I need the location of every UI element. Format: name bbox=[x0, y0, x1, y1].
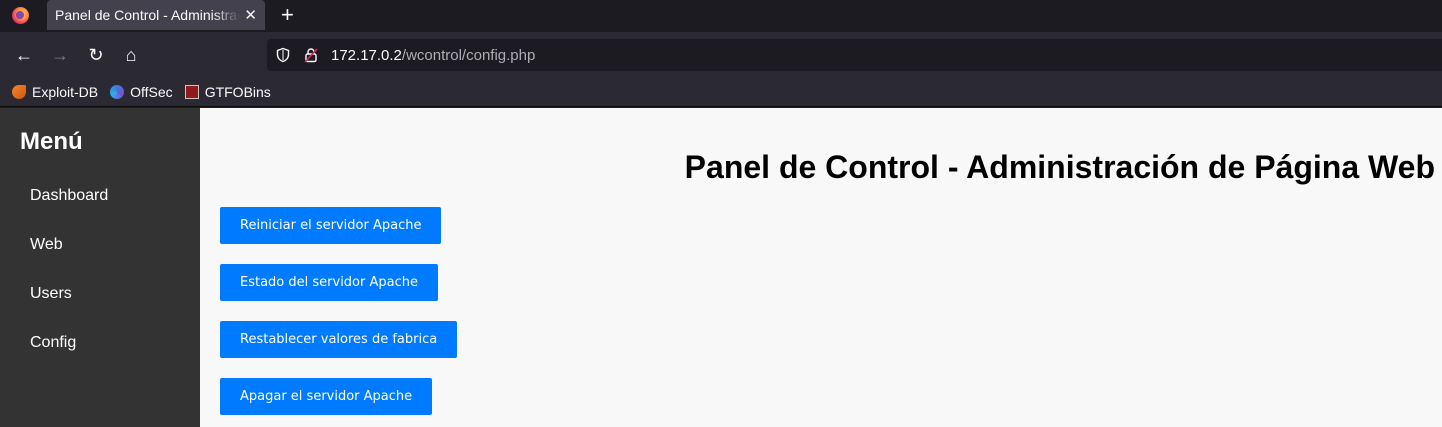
factory-reset-button[interactable]: Restablecer valores de fabrica bbox=[220, 321, 458, 358]
browser-tab-strip: Panel de Control - Administración de Pág… bbox=[0, 0, 1442, 32]
bookmark-gtfobins[interactable]: GTFOBins bbox=[184, 84, 271, 100]
new-tab-icon[interactable]: + bbox=[281, 4, 294, 26]
web-page: Menú Dashboard Web Users Config Panel de… bbox=[0, 108, 1442, 427]
sidebar-item-web[interactable]: Web bbox=[30, 236, 63, 254]
apache-status-button[interactable]: Estado del servidor Apache bbox=[220, 264, 438, 301]
tab-title: Panel de Control - Administración de Pág… bbox=[55, 7, 240, 23]
sidebar-title: Menú bbox=[20, 128, 83, 155]
sidebar-item-users[interactable]: Users bbox=[30, 285, 72, 303]
url-host: 172.17.0.2 bbox=[331, 46, 402, 64]
back-icon[interactable]: ← bbox=[12, 43, 36, 67]
gtfobins-icon bbox=[184, 85, 199, 99]
main-content: Panel de Control - Administración de Pág… bbox=[200, 108, 1442, 427]
offsec-icon bbox=[110, 85, 125, 99]
browser-navbar: ← → ↻ ⌂ 172.17.0.2/wcontrol/config.php bbox=[0, 32, 1442, 78]
url-text[interactable]: 172.17.0.2/wcontrol/config.php bbox=[331, 47, 535, 64]
shield-icon[interactable] bbox=[275, 47, 291, 63]
exploit-db-icon bbox=[12, 85, 26, 99]
sidebar-item-dashboard[interactable]: Dashboard bbox=[30, 187, 108, 205]
reload-icon[interactable]: ↻ bbox=[84, 43, 108, 67]
insecure-lock-icon[interactable] bbox=[303, 47, 319, 63]
bookmarks-bar: Exploit-DB OffSec GTFOBins bbox=[0, 78, 1442, 107]
bookmark-offsec[interactable]: OffSec bbox=[110, 84, 173, 100]
forward-icon[interactable]: → bbox=[48, 43, 72, 67]
browser-tab-active[interactable]: Panel de Control - Administración de Pág… bbox=[47, 0, 265, 30]
bookmark-label: Exploit-DB bbox=[32, 84, 99, 100]
firefox-icon[interactable] bbox=[12, 7, 29, 24]
bookmark-label: OffSec bbox=[130, 84, 173, 100]
close-tab-icon[interactable]: ✕ bbox=[244, 8, 257, 23]
sidebar-item-config[interactable]: Config bbox=[30, 334, 76, 352]
url-path: /wcontrol/config.php bbox=[401, 46, 536, 64]
sidebar: Menú Dashboard Web Users Config bbox=[0, 108, 200, 427]
page-title: Panel de Control - Administración de Pág… bbox=[684, 149, 1435, 185]
url-bar[interactable]: 172.17.0.2/wcontrol/config.php bbox=[267, 39, 1442, 71]
bookmark-exploit-db[interactable]: Exploit-DB bbox=[12, 84, 98, 100]
home-icon[interactable]: ⌂ bbox=[119, 43, 143, 67]
restart-apache-button[interactable]: Reiniciar el servidor Apache bbox=[220, 207, 442, 244]
bookmark-label: GTFOBins bbox=[204, 84, 271, 100]
shutdown-apache-button[interactable]: Apagar el servidor Apache bbox=[220, 378, 433, 415]
